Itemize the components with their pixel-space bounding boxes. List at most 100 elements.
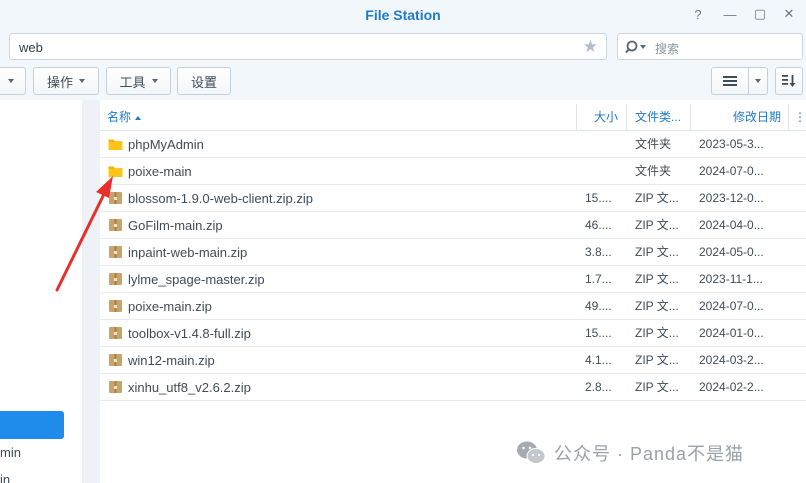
column-modified-header[interactable]: 修改日期 <box>733 104 781 131</box>
sort-ascending-icon <box>135 115 142 120</box>
favorite-star-icon[interactable]: ★ <box>583 37 598 57</box>
file-type: ZIP 文... <box>635 272 679 286</box>
file-size: 46.... <box>585 218 612 232</box>
file-modified: 2024-01-0... <box>699 326 764 340</box>
help-icon[interactable]: ? <box>690 6 706 22</box>
file-name: xinhu_utf8_v2.6.2.zip <box>128 380 251 395</box>
watermark: 公众号 · Panda不是猫 <box>516 440 744 466</box>
column-type-header[interactable]: 文件类... <box>635 104 681 131</box>
file-modified: 2023-12-0... <box>699 191 764 205</box>
file-type: ZIP 文... <box>635 218 679 232</box>
file-size: 49.... <box>585 299 612 313</box>
sidebar-item-selected[interactable] <box>0 411 64 439</box>
partial-dropdown-button[interactable] <box>0 67 26 95</box>
file-row[interactable]: poixe-main 文件夹 2024-07-0... <box>100 158 806 185</box>
action-label: 操作 <box>46 74 73 90</box>
file-row[interactable]: poixe-main.zip 49.... ZIP 文... 2024-07-0... <box>100 293 806 320</box>
chevron-down-icon <box>151 79 158 83</box>
file-size: 1.7... <box>585 272 612 286</box>
sidebar-item-label[interactable]: in <box>0 472 10 483</box>
file-type: ZIP 文... <box>635 353 679 367</box>
column-name-header[interactable]: 名称 <box>107 104 142 131</box>
file-type: 文件夹 <box>635 164 672 178</box>
file-row[interactable]: phpMyAdmin 文件夹 2023-05-3... <box>100 131 806 158</box>
action-button[interactable]: 操作 <box>33 67 99 95</box>
file-name: GoFilm-main.zip <box>128 218 223 233</box>
list-header: 名称 大小 文件类... 修改日期 ⋮ <box>100 104 806 131</box>
file-name: win12-main.zip <box>128 353 215 368</box>
close-icon[interactable]: ✕ <box>781 6 797 22</box>
file-modified: 2024-03-2... <box>699 353 764 367</box>
file-row[interactable]: win12-main.zip 4.1... ZIP 文... 2024-03-2... <box>100 347 806 374</box>
file-type: ZIP 文... <box>635 191 679 205</box>
file-size: 3.8... <box>585 245 612 259</box>
path-bar: web ★ 搜索 <box>0 30 806 62</box>
window-title: File Station <box>365 7 441 23</box>
chevron-down-icon <box>79 79 85 83</box>
sidebar-item-label[interactable]: min <box>0 445 21 460</box>
column-size-header[interactable]: 大小 <box>594 104 618 131</box>
sort-button[interactable] <box>775 67 803 95</box>
file-name: inpaint-web-main.zip <box>128 245 248 260</box>
file-row[interactable]: xinhu_utf8_v2.6.2.zip 2.8... ZIP 文... 2024-… <box>100 374 806 401</box>
file-row[interactable]: toolbox-v1.4.8-full.zip 15.... ZIP 文... 202… <box>100 320 806 347</box>
file-name: phpMyAdmin <box>128 137 204 152</box>
file-type: 文件夹 <box>635 137 672 151</box>
file-size: 4.1... <box>585 353 612 367</box>
file-modified: 2024-07-0... <box>699 164 764 178</box>
file-modified: 2024-04-0... <box>699 218 764 232</box>
file-name: poixe-main <box>128 164 192 179</box>
chevron-down-icon <box>8 79 14 83</box>
file-row[interactable]: lylme_spage-master.zip 1.7... ZIP 文... 2023… <box>100 266 806 293</box>
toolbar: 操作 工具 设置 <box>0 62 806 100</box>
file-type: ZIP 文... <box>635 326 679 340</box>
search-placeholder: 搜索 <box>655 42 680 56</box>
file-name: toolbox-v1.4.8-full.zip <box>128 326 251 341</box>
file-modified: 2024-02-2... <box>699 380 764 394</box>
sort-icon <box>782 75 796 87</box>
sidebar-divider[interactable] <box>82 100 100 483</box>
file-size: 15.... <box>585 326 612 340</box>
path-input[interactable]: web ★ <box>9 33 607 60</box>
file-modified: 2024-07-0... <box>699 299 764 313</box>
search-icon[interactable] <box>625 39 651 55</box>
column-divider[interactable] <box>690 104 691 131</box>
file-row[interactable]: blossom-1.9.0-web-client.zip.zip 15.... ZI… <box>100 185 806 212</box>
file-type: ZIP 文... <box>635 245 679 259</box>
file-type: ZIP 文... <box>635 380 679 394</box>
settings-button[interactable]: 设置 <box>177 67 231 95</box>
file-modified: 2023-05-3... <box>699 137 764 151</box>
watermark-text: 公众号 · Panda不是猫 <box>554 444 745 464</box>
tools-label: 工具 <box>119 74 146 90</box>
file-name: lylme_spage-master.zip <box>128 272 265 287</box>
column-divider[interactable] <box>788 104 789 131</box>
minimize-icon[interactable]: — <box>722 6 738 22</box>
file-row[interactable]: GoFilm-main.zip 46.... ZIP 文... 2024-04-0..… <box>100 212 806 239</box>
file-size: 2.8... <box>585 380 612 394</box>
file-size: 15.... <box>585 191 612 205</box>
maximize-icon[interactable]: ▢ <box>752 6 768 22</box>
file-size <box>585 158 621 185</box>
file-name: blossom-1.9.0-web-client.zip.zip <box>128 191 313 206</box>
file-size <box>585 131 621 158</box>
settings-label: 设置 <box>190 74 217 90</box>
search-input[interactable]: 搜索 <box>617 33 803 60</box>
title-bar: File Station ? — ▢ ✕ <box>0 0 806 30</box>
wechat-logo-icon <box>517 441 546 464</box>
view-mode-dropdown[interactable] <box>748 67 768 95</box>
list-view-icon <box>723 76 737 86</box>
file-type: ZIP 文... <box>635 299 679 313</box>
file-name: poixe-main.zip <box>128 299 212 314</box>
file-modified: 2023-11-1... <box>699 272 763 286</box>
tools-button[interactable]: 工具 <box>106 67 171 95</box>
chevron-down-icon <box>755 79 761 83</box>
file-row[interactable]: inpaint-web-main.zip 3.8... ZIP 文... 2024-0… <box>100 239 806 266</box>
view-mode-button[interactable] <box>711 67 749 95</box>
file-modified: 2024-05-0... <box>699 245 764 259</box>
column-name-label: 名称 <box>107 110 132 124</box>
file-list: 名称 大小 文件类... 修改日期 ⋮ phpMyAdmin 文件夹 2023-05… <box>100 100 806 483</box>
column-menu-icon[interactable]: ⋮ <box>794 104 806 131</box>
column-divider[interactable] <box>576 104 577 131</box>
path-text: web <box>19 40 43 55</box>
column-divider[interactable] <box>626 104 627 131</box>
